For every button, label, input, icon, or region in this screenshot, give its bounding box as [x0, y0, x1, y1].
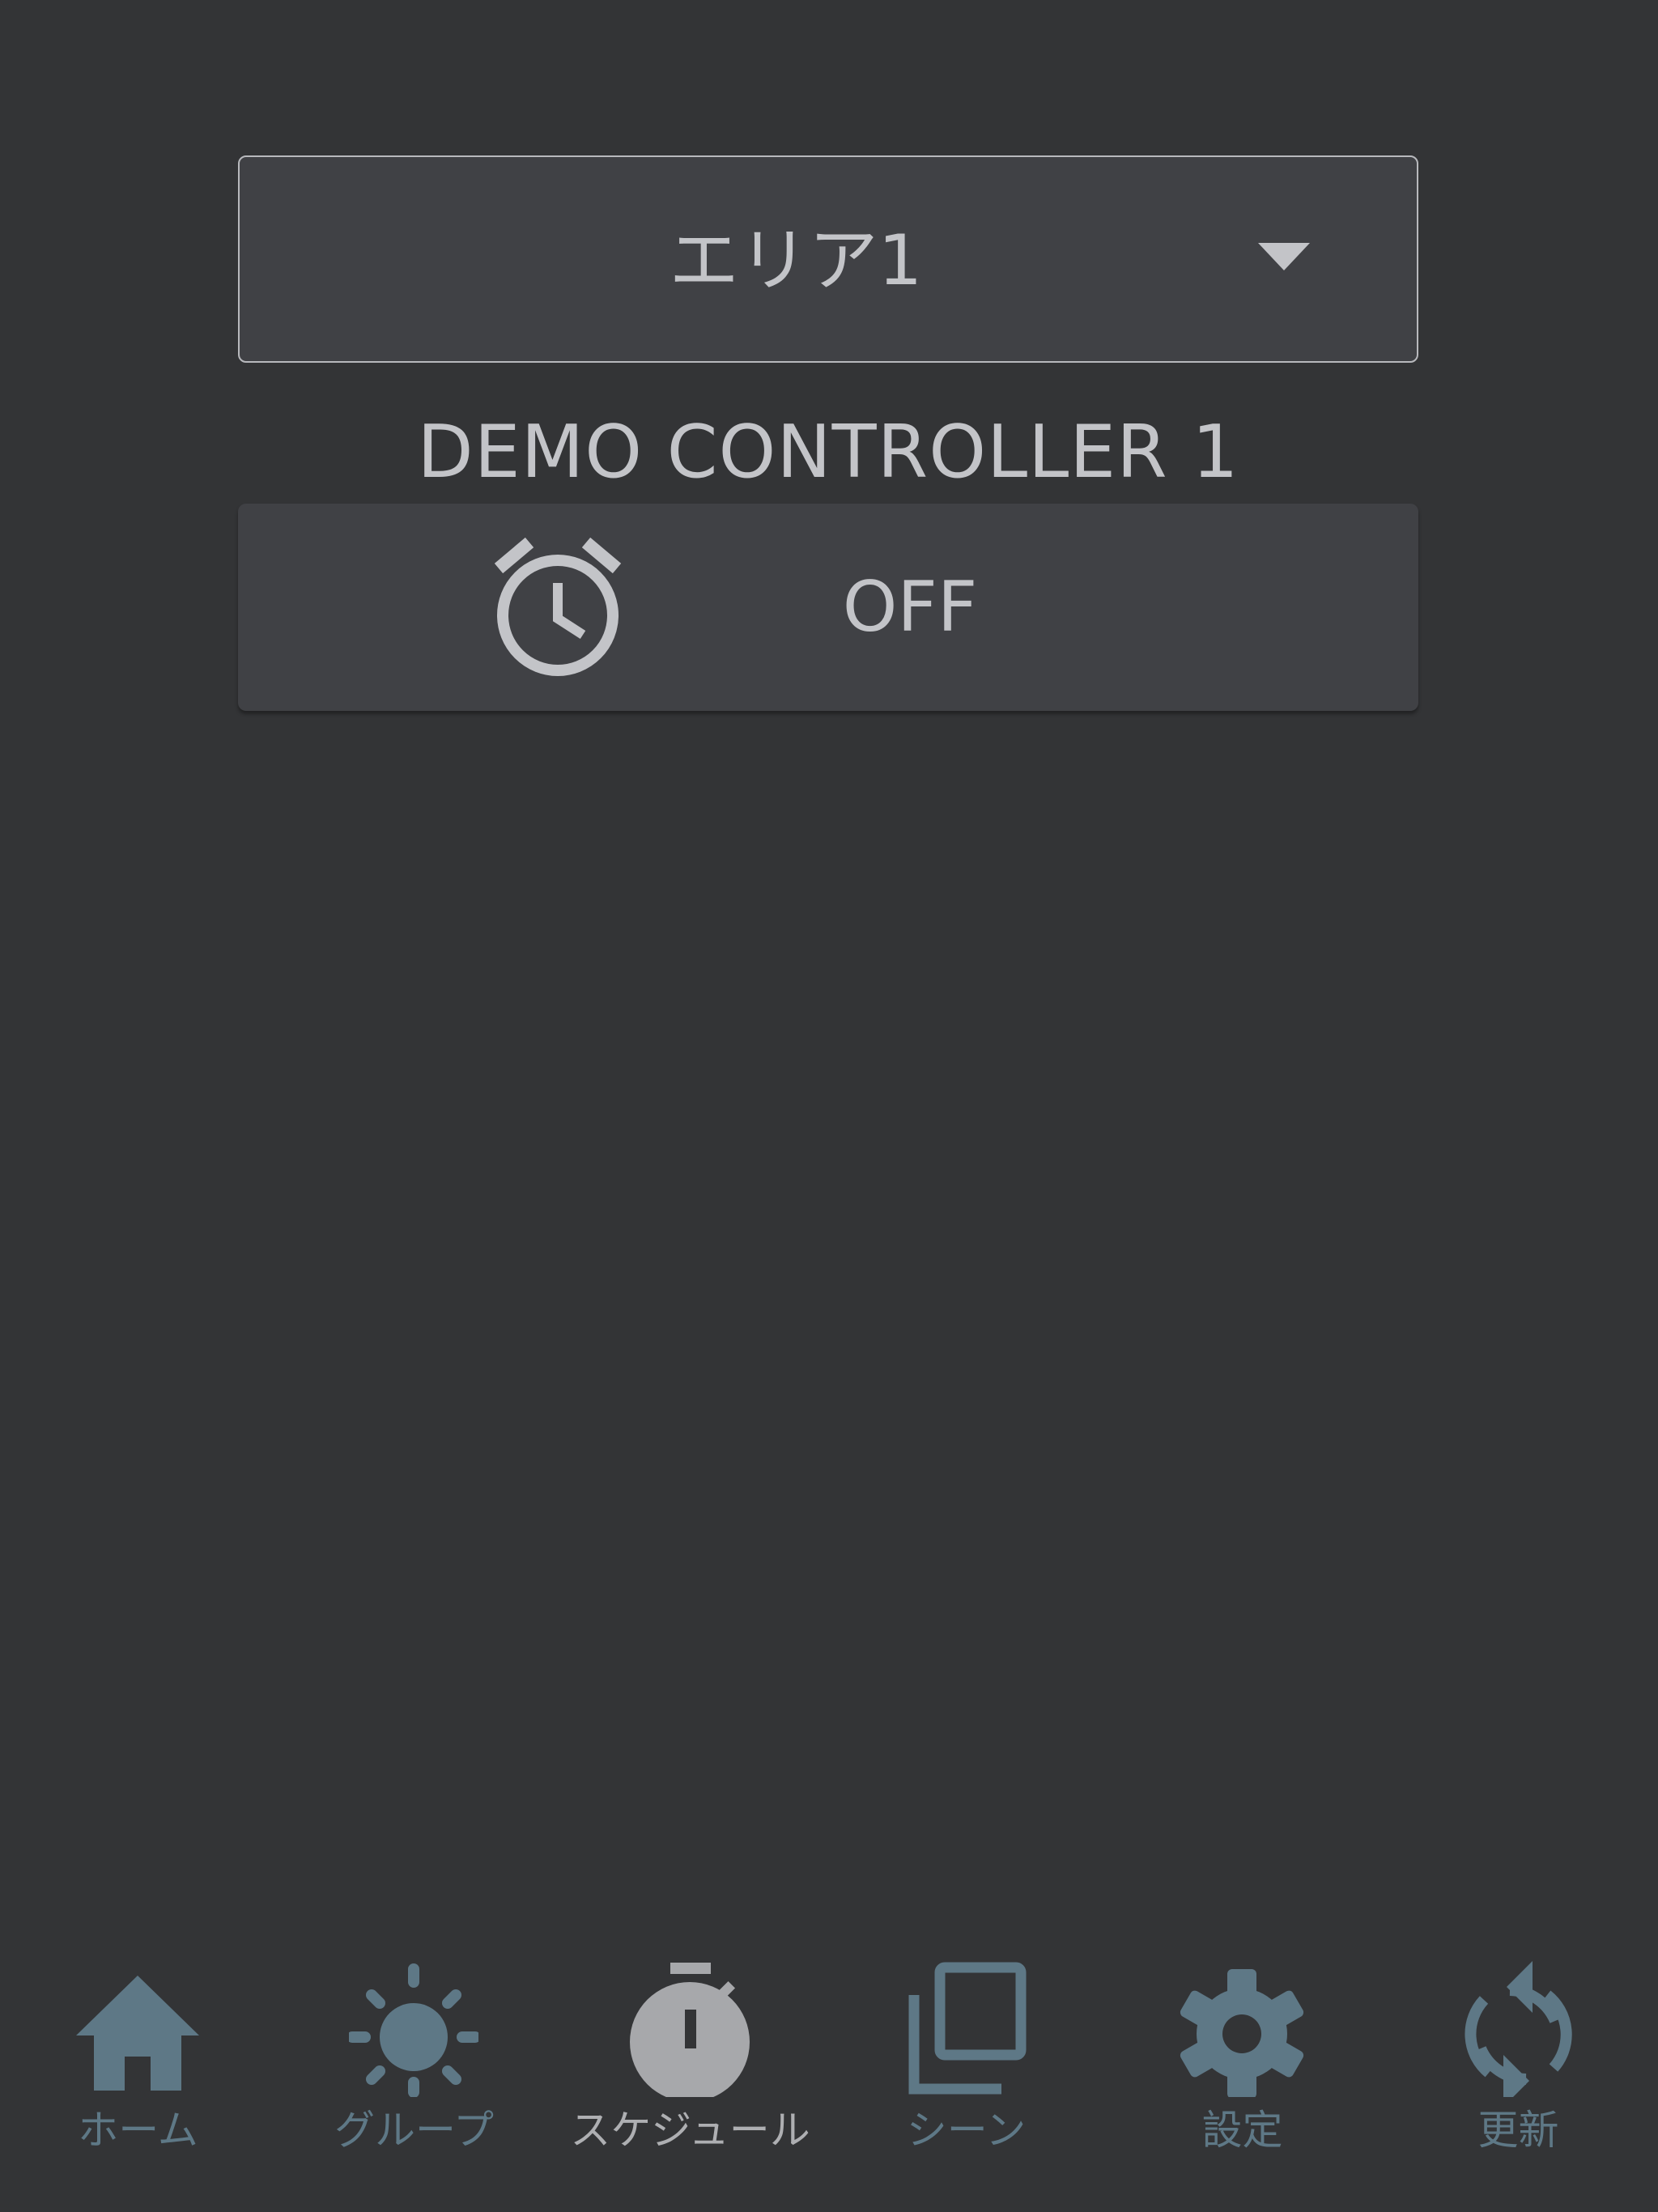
tab-refresh-label: 更新 [1477, 2107, 1559, 2154]
schedule-status-value: OFF [842, 567, 978, 648]
alarm-clock-icon [494, 537, 622, 676]
tab-scene-label: シーン [906, 2107, 1027, 2154]
area-dropdown-value: エリア1 [669, 220, 923, 301]
tab-settings-label: 設定 [1201, 2107, 1283, 2154]
tab-settings[interactable]: 設定 [1104, 1943, 1380, 2162]
schedule-toggle-row[interactable]: OFF [238, 504, 1418, 711]
bottom-tab-bar: ホーム グループ スケジュール シーン 設定 更新 [0, 1943, 1658, 2162]
gear-icon [1180, 1969, 1304, 2097]
tab-refresh[interactable]: 更新 [1380, 1943, 1656, 2162]
stopwatch-icon [630, 1963, 750, 2097]
refresh-icon [1465, 1961, 1572, 2097]
tab-home-label: ホーム [78, 2107, 198, 2154]
tab-group[interactable]: グループ [276, 1943, 552, 2162]
sun-icon [349, 1963, 478, 2097]
controller-name: DEMO CONTROLLER 1 [417, 410, 1239, 495]
tab-group-label: グループ [334, 2107, 494, 2154]
home-icon [76, 1976, 199, 2091]
layers-icon [908, 1962, 1027, 2095]
chevron-down-icon [1258, 243, 1310, 270]
tab-home[interactable]: ホーム [0, 1943, 276, 2162]
tab-schedule[interactable]: スケジュール [552, 1943, 828, 2162]
area-dropdown[interactable]: エリア1 [238, 155, 1418, 363]
schedule-screen: エリア1 DEMO CONTROLLER 1 OFF ホーム グループ スケジュ… [0, 0, 1658, 2212]
tab-schedule-label: スケジュール [570, 2107, 810, 2154]
tab-scene[interactable]: シーン [828, 1943, 1104, 2162]
